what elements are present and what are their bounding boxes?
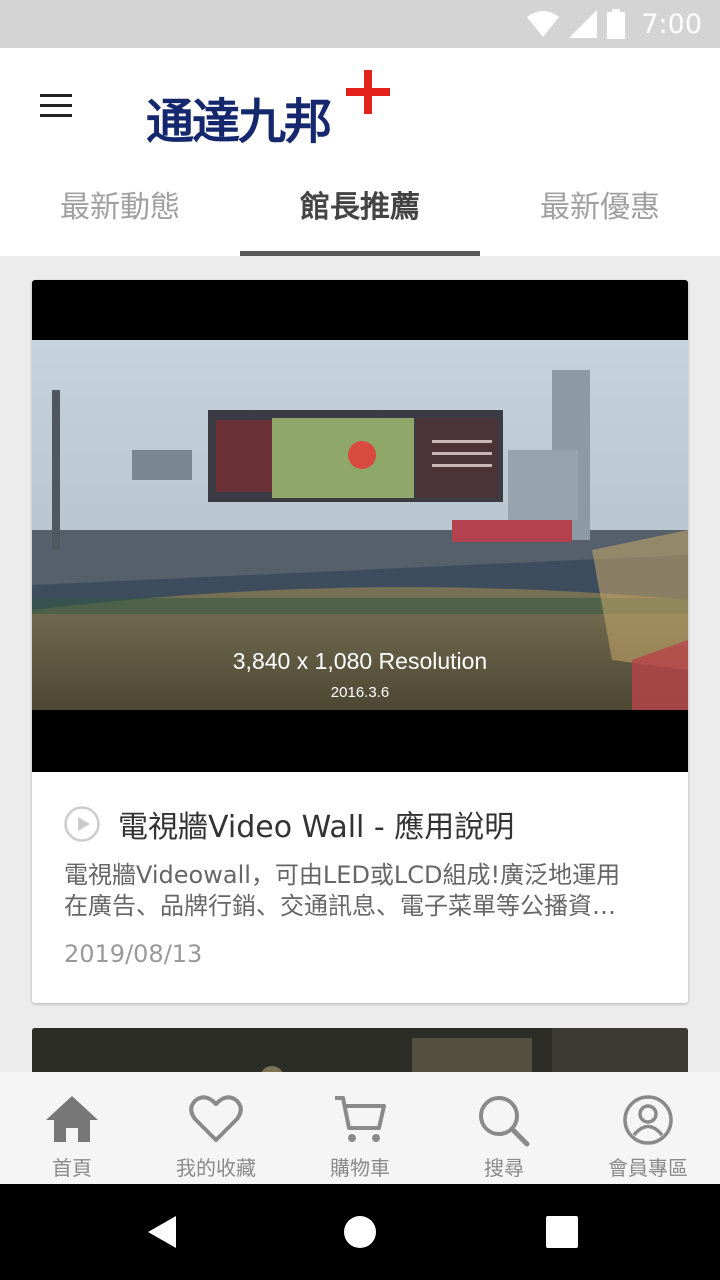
tab-bar: 最新動態 館長推薦 最新優惠 xyxy=(0,160,720,256)
menu-button[interactable] xyxy=(36,88,76,120)
logo-text: 通達九邦 xyxy=(146,94,332,150)
play-circle-icon xyxy=(64,806,100,842)
nav-item-search[interactable]: 搜尋 xyxy=(432,1072,576,1184)
nav-label: 首頁 xyxy=(52,1156,92,1180)
user-icon xyxy=(623,1095,673,1145)
tab-curator-picks[interactable]: 館長推薦 xyxy=(240,160,480,256)
nav-label: 我的收藏 xyxy=(176,1156,256,1180)
recents-icon[interactable] xyxy=(542,1212,582,1252)
status-time: 7:00 xyxy=(641,8,702,40)
search-icon xyxy=(479,1096,530,1147)
wifi-icon xyxy=(527,11,560,37)
status-icons: 7:00 xyxy=(527,8,702,40)
tab-latest-offers[interactable]: 最新優惠 xyxy=(480,160,720,256)
system-nav-bar xyxy=(0,1184,720,1280)
home-circle-icon[interactable] xyxy=(340,1212,380,1252)
nav-item-cart[interactable]: 購物車 xyxy=(288,1072,432,1184)
signal-icon xyxy=(569,10,598,38)
card-description: 電視牆Videowall，可由LED或LCD組成!廣泛地運用 在廣告、品牌行銷、… xyxy=(64,860,660,924)
thumbnail-caption: 3,840 x 1,080 Resolution xyxy=(232,648,488,674)
cart-icon xyxy=(335,1096,386,1142)
brand-logo[interactable]: 通達九邦 xyxy=(146,66,396,150)
heart-icon xyxy=(189,1095,243,1142)
nav-label: 搜尋 xyxy=(484,1156,524,1180)
status-bar: 7:00 xyxy=(0,0,720,48)
nav-label: 購物車 xyxy=(330,1156,390,1180)
home-icon xyxy=(46,1096,98,1142)
nav-item-home[interactable]: 首頁 xyxy=(0,1072,144,1184)
app-header: 通達九邦 最新動態 館長推薦 最新優惠 xyxy=(0,48,720,256)
video-thumbnail[interactable]: 3,840 x 1,080 Resolution 2016.3.6 xyxy=(32,280,688,772)
card-title-row: 電視牆Video Wall - 應用說明 xyxy=(64,802,514,846)
plus-icon xyxy=(346,70,390,114)
battery-icon xyxy=(607,9,626,39)
nav-label: 會員專區 xyxy=(608,1156,688,1180)
card-date: 2019/08/13 xyxy=(64,940,203,968)
nav-item-member[interactable]: 會員專區 xyxy=(576,1072,720,1184)
bottom-nav: 首頁 我的收藏 購物車 搜尋 會員專區 xyxy=(0,1072,720,1184)
menu-icon xyxy=(40,94,72,97)
back-icon[interactable] xyxy=(142,1212,182,1252)
nav-item-favorites[interactable]: 我的收藏 xyxy=(144,1072,288,1184)
tab-latest-news[interactable]: 最新動態 xyxy=(0,160,240,256)
card-title[interactable]: 電視牆Video Wall - 應用說明 xyxy=(118,802,514,846)
article-card[interactable]: 3,840 x 1,080 Resolution 2016.3.6 電視牆Vid… xyxy=(32,280,688,1003)
description-line: 電視牆Videowall，可由LED或LCD組成!廣泛地運用 xyxy=(64,861,621,889)
description-line: 在廣告、品牌行銷、交通訊息、電子菜單等公播資… xyxy=(64,892,616,920)
thumbnail-date: 2016.3.6 xyxy=(330,684,390,701)
